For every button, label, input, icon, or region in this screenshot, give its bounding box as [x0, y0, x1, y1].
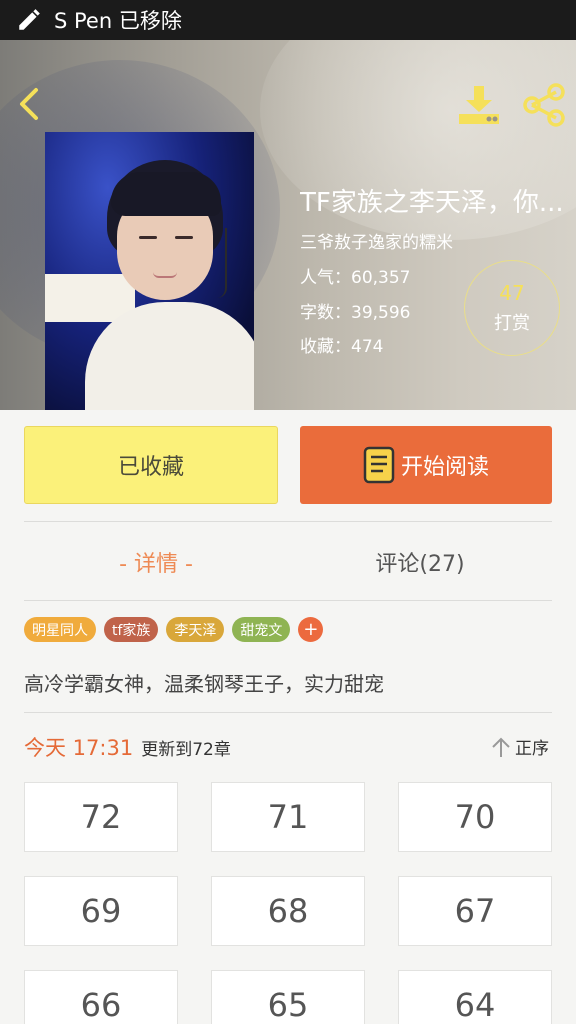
tab-details[interactable]: - 详情 - [24, 540, 288, 584]
tip-count: 47 [499, 281, 525, 305]
tip-button[interactable]: 47 打赏 [464, 260, 560, 356]
tag-chip[interactable]: tf家族 [104, 617, 159, 642]
chapter-grid: 72 71 70 69 68 67 66 65 64 [24, 782, 552, 1024]
share-icon [523, 83, 565, 127]
tag-list: 明星同人 tf家族 李天泽 甜宠文 + [24, 617, 324, 642]
tip-label: 打赏 [494, 313, 530, 334]
chapter-button[interactable]: 72 [24, 782, 178, 852]
book-description: 高冷学霸女神，温柔钢琴王子，实力甜宠 [24, 672, 384, 696]
tab-comments[interactable]: 评论(27) [288, 540, 552, 584]
tag-chip[interactable]: 明星同人 [24, 617, 96, 642]
share-button[interactable] [520, 82, 568, 128]
chapter-button[interactable]: 69 [24, 876, 178, 946]
arrow-up-icon [492, 737, 510, 757]
chapter-button[interactable]: 64 [398, 970, 552, 1024]
tab-comments-label: 评论(27) [375, 552, 465, 577]
book-title: TF家族之李天泽，你... [300, 188, 564, 218]
book-header [0, 40, 576, 410]
chapter-button[interactable]: 65 [211, 970, 365, 1024]
book-cover-image[interactable] [45, 132, 254, 410]
chapter-button[interactable]: 66 [24, 970, 178, 1024]
start-reading-label: 开始阅读 [400, 455, 489, 480]
download-icon [459, 86, 499, 124]
tab-details-label: - 详情 - [119, 552, 193, 577]
chapter-button[interactable]: 70 [398, 782, 552, 852]
start-reading-button[interactable]: 开始阅读 [300, 426, 552, 504]
book-author[interactable]: 三爷敖子逸家的糯米 [300, 228, 453, 253]
divider [24, 712, 552, 713]
chevron-left-icon [20, 88, 38, 120]
back-button[interactable] [14, 84, 46, 124]
tag-chip[interactable]: 李天泽 [166, 617, 225, 642]
tag-chip[interactable]: 甜宠文 [232, 617, 291, 642]
favorited-button[interactable]: 已收藏 [24, 426, 278, 504]
add-tag-button[interactable]: + [298, 617, 324, 642]
sort-order-label: 正序 [515, 739, 549, 759]
divider [24, 521, 552, 522]
chapter-button[interactable]: 68 [211, 876, 365, 946]
status-text: S Pen 已移除 [54, 9, 182, 33]
update-info: 今天 17:31 更新到72章 [24, 732, 231, 762]
word-count-stat: 字数：39,596 [300, 303, 411, 323]
pen-icon [19, 9, 40, 30]
chapter-button[interactable]: 71 [211, 782, 365, 852]
download-button[interactable] [456, 84, 502, 126]
sort-order-button[interactable]: 正序 [490, 734, 549, 759]
update-chapter-info: 更新到72章 [141, 740, 231, 760]
favorites-stat: 收藏：474 [300, 337, 384, 357]
chapter-button[interactable]: 67 [398, 876, 552, 946]
popularity-stat: 人气：60,357 [300, 268, 411, 288]
book-icon [363, 446, 395, 484]
favorited-label: 已收藏 [117, 455, 184, 480]
update-time: 今天 17:31 [24, 736, 134, 760]
divider [24, 600, 552, 601]
status-bar: S Pen 已移除 [0, 0, 576, 40]
